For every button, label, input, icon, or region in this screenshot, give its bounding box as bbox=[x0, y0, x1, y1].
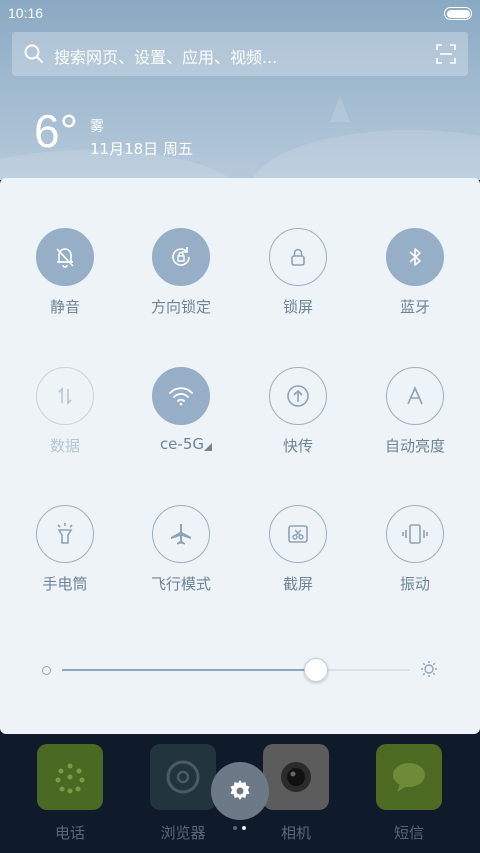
toggle-wifi-label: ce-5G bbox=[159, 435, 204, 453]
toggle-mobile-data[interactable]: 数据 bbox=[10, 367, 120, 477]
toggle-rotation-lock-label: 方向锁定 bbox=[150, 298, 211, 316]
toggle-vibrate-label: 振动 bbox=[399, 575, 430, 593]
weather-date: 11月18日 周五 bbox=[90, 140, 193, 158]
toggle-quick-share[interactable]: 快传 bbox=[243, 367, 353, 477]
status-bar: 10:16 bbox=[0, 0, 480, 28]
battery-icon bbox=[444, 7, 472, 20]
mobile-data-icon bbox=[36, 367, 94, 425]
toggle-bluetooth-label: 蓝牙 bbox=[399, 298, 430, 316]
toggle-mute[interactable]: 静音 bbox=[10, 228, 120, 338]
status-time: 10:16 bbox=[8, 5, 44, 21]
tree-decoration bbox=[330, 96, 350, 122]
wifi-name: ce-5G bbox=[126, 435, 236, 457]
app-browser-label: 浏览器 bbox=[160, 824, 206, 842]
camera-icon bbox=[281, 762, 311, 792]
page-indicator-dot bbox=[233, 826, 237, 830]
toggle-vibrate[interactable]: 振动 bbox=[360, 505, 470, 615]
app-messages[interactable] bbox=[376, 744, 442, 810]
toggle-auto-brightness-label: 自动亮度 bbox=[384, 437, 445, 455]
app-camera-label: 相机 bbox=[280, 824, 311, 842]
toggle-mobile-data-label: 数据 bbox=[49, 437, 80, 455]
weather-condition: 雾 bbox=[90, 119, 104, 135]
app-messages-label: 短信 bbox=[393, 824, 424, 842]
search-bar[interactable]: 搜索网页、设置、应用、视频... bbox=[12, 32, 468, 76]
lock-icon bbox=[269, 228, 327, 286]
toggle-screenshot-label: 截屏 bbox=[282, 575, 313, 593]
page-indicator-dot-active bbox=[242, 826, 246, 830]
flashlight-icon bbox=[36, 505, 94, 563]
wifi-details-arrow-icon[interactable] bbox=[204, 443, 212, 451]
toggle-rotation-lock[interactable]: 方向锁定 bbox=[126, 228, 236, 338]
search-placeholder: 搜索网页、设置、应用、视频... bbox=[54, 48, 278, 67]
message-icon bbox=[393, 763, 425, 792]
brightness-slider-knob[interactable] bbox=[304, 658, 329, 682]
toggle-flashlight[interactable]: 手电筒 bbox=[10, 505, 120, 615]
screenshot-icon bbox=[269, 505, 327, 563]
bluetooth-icon bbox=[386, 228, 444, 286]
brightness-low-icon bbox=[42, 666, 51, 675]
airplane-icon bbox=[152, 505, 210, 563]
toggle-lock-screen[interactable]: 锁屏 bbox=[243, 228, 353, 338]
browser-icon bbox=[166, 760, 200, 794]
quick-settings-panel: 静音 方向锁定 锁屏 蓝牙 数据 ce-5G 快传 自动亮度 手电筒 飞行模式 … bbox=[0, 178, 480, 734]
wifi-icon bbox=[152, 367, 210, 425]
toggle-wifi[interactable]: ce-5G bbox=[126, 367, 236, 477]
vibrate-icon bbox=[386, 505, 444, 563]
settings-button[interactable] bbox=[211, 762, 269, 820]
app-camera[interactable] bbox=[263, 744, 329, 810]
toggle-airplane-label: 飞行模式 bbox=[150, 575, 211, 593]
app-phone[interactable] bbox=[37, 744, 103, 810]
brightness-slider-fill bbox=[62, 669, 317, 671]
toggle-quick-share-label: 快传 bbox=[282, 437, 313, 455]
toggle-airplane[interactable]: 飞行模式 bbox=[126, 505, 236, 615]
temperature: 6° bbox=[34, 105, 78, 157]
toggle-auto-brightness[interactable]: 自动亮度 bbox=[360, 367, 470, 477]
phone-icon bbox=[55, 763, 85, 794]
weather-header: 10:16 搜索网页、设置、应用、视频... 6° 雾 11月18日 周五 bbox=[0, 0, 480, 180]
upload-icon bbox=[269, 367, 327, 425]
brightness-high-icon bbox=[421, 661, 437, 677]
toggle-flashlight-label: 手电筒 bbox=[42, 575, 88, 593]
search-icon bbox=[24, 44, 43, 63]
app-browser[interactable] bbox=[150, 744, 216, 810]
toggle-mute-label: 静音 bbox=[49, 298, 80, 316]
scan-icon[interactable] bbox=[436, 44, 456, 64]
toggle-screenshot[interactable]: 截屏 bbox=[243, 505, 353, 615]
auto-brightness-icon bbox=[386, 367, 444, 425]
app-phone-label: 电话 bbox=[54, 824, 85, 842]
brightness-slider[interactable] bbox=[62, 658, 410, 682]
bell-off-icon bbox=[36, 228, 94, 286]
gear-icon bbox=[230, 780, 250, 800]
toggle-bluetooth[interactable]: 蓝牙 bbox=[360, 228, 470, 338]
rotation-lock-icon bbox=[152, 228, 210, 286]
toggle-lock-screen-label: 锁屏 bbox=[282, 298, 313, 316]
